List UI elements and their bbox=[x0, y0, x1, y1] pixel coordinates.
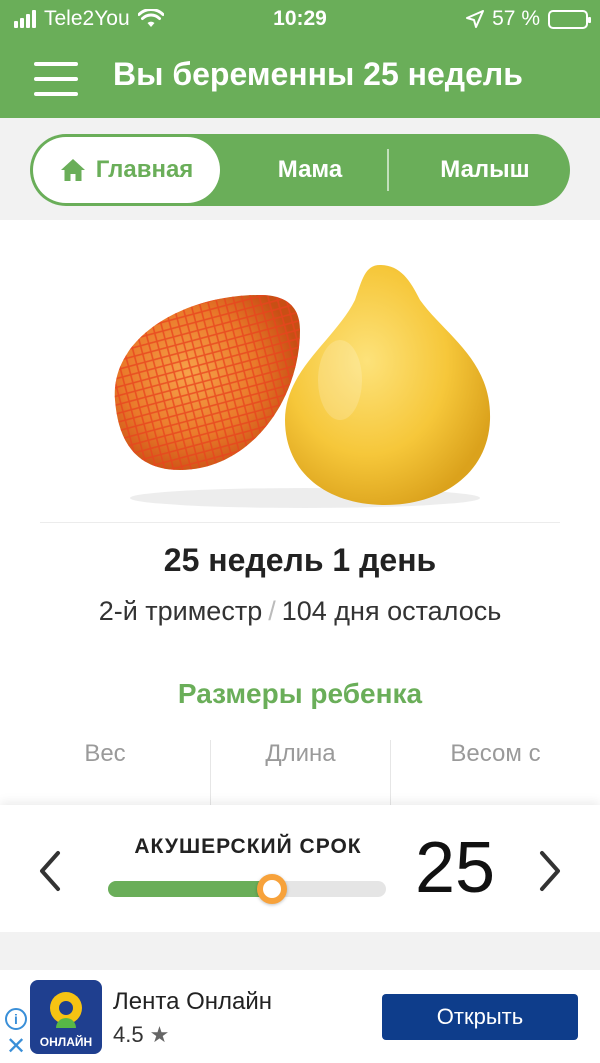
title-bar: Вы беременны 25 недель bbox=[0, 42, 600, 114]
ad-info-icon[interactable]: i bbox=[5, 1008, 27, 1030]
trimester-info: 2-й триместр/104 дня осталось bbox=[98, 596, 502, 626]
menu-icon[interactable] bbox=[34, 62, 78, 96]
obstetric-term-panel: АКУШЕРСКИЙ СРОК 25 bbox=[0, 805, 600, 932]
ad-logo-label: ОНЛАЙН bbox=[39, 1035, 93, 1049]
next-week-button[interactable] bbox=[536, 849, 566, 893]
segmented-tabs: Главная Мама Малыш bbox=[30, 134, 570, 206]
previous-week-button[interactable] bbox=[34, 849, 64, 893]
term-label: АКУШЕРСКИЙ СРОК bbox=[134, 835, 362, 858]
baby-sizes-title: Размеры ребенка bbox=[177, 678, 423, 709]
ad-app-name: Лента Онлайн bbox=[113, 988, 273, 1015]
week-content: 25 недель 1 день 2-й триместр/104 дня ос… bbox=[0, 220, 600, 810]
week-slider[interactable] bbox=[108, 874, 386, 904]
chevron-right-icon bbox=[540, 851, 560, 891]
divider-gap bbox=[0, 932, 600, 970]
battery-percent: 57 % bbox=[492, 7, 540, 30]
separator bbox=[40, 522, 560, 523]
battery-icon bbox=[548, 9, 591, 29]
ad-app-logo[interactable]: ОНЛАЙН bbox=[30, 980, 102, 1054]
home-icon bbox=[60, 159, 85, 181]
tab-mama-label: Мама bbox=[277, 156, 343, 183]
size-label-weight: Вес bbox=[84, 740, 126, 767]
ad-banner[interactable]: i ✕ ОНЛАЙН Лента Онлайн 4.5 ★ Открыть bbox=[0, 970, 600, 1063]
tab-home[interactable]: Главная bbox=[33, 137, 220, 203]
slider-thumb[interactable] bbox=[257, 874, 287, 904]
tab-baby[interactable]: Малыш bbox=[400, 134, 570, 206]
app-header: Tele2You 10:29 57 % Вы беременны 25 неде… bbox=[0, 0, 600, 118]
size-label-length: Длина bbox=[265, 740, 336, 767]
ad-rating: 4.5 ★ bbox=[113, 1022, 169, 1048]
page-title: Вы беременны 25 недель bbox=[113, 56, 523, 92]
tab-baby-label: Малыш bbox=[440, 156, 530, 183]
size-label-comparison: Весом с bbox=[450, 740, 541, 767]
tab-home-label: Главная bbox=[95, 156, 194, 183]
current-week-number: 25 bbox=[415, 828, 496, 908]
size-column-comparison: Весом с bbox=[390, 740, 600, 810]
size-column-weight: Вес bbox=[0, 740, 210, 810]
pomelo-fruit-image bbox=[114, 265, 491, 508]
ad-close-icon[interactable]: ✕ bbox=[6, 1032, 26, 1061]
size-column-length: Длина bbox=[210, 740, 390, 810]
days-left: 104 дня осталось bbox=[281, 596, 502, 626]
chevron-left-icon bbox=[40, 851, 60, 891]
tab-divider bbox=[387, 149, 389, 191]
tab-mama[interactable]: Мама bbox=[235, 134, 385, 206]
ad-open-button[interactable]: Открыть bbox=[382, 994, 578, 1040]
trimester-label: 2-й триместр bbox=[98, 596, 263, 626]
status-bar: Tele2You 10:29 57 % bbox=[0, 0, 600, 38]
pregnancy-duration: 25 недель 1 день bbox=[163, 542, 437, 578]
ad-rating-value: 4.5 bbox=[113, 1022, 144, 1047]
star-icon: ★ bbox=[149, 1022, 170, 1047]
slider-fill bbox=[108, 881, 272, 897]
location-arrow-icon bbox=[466, 10, 485, 28]
